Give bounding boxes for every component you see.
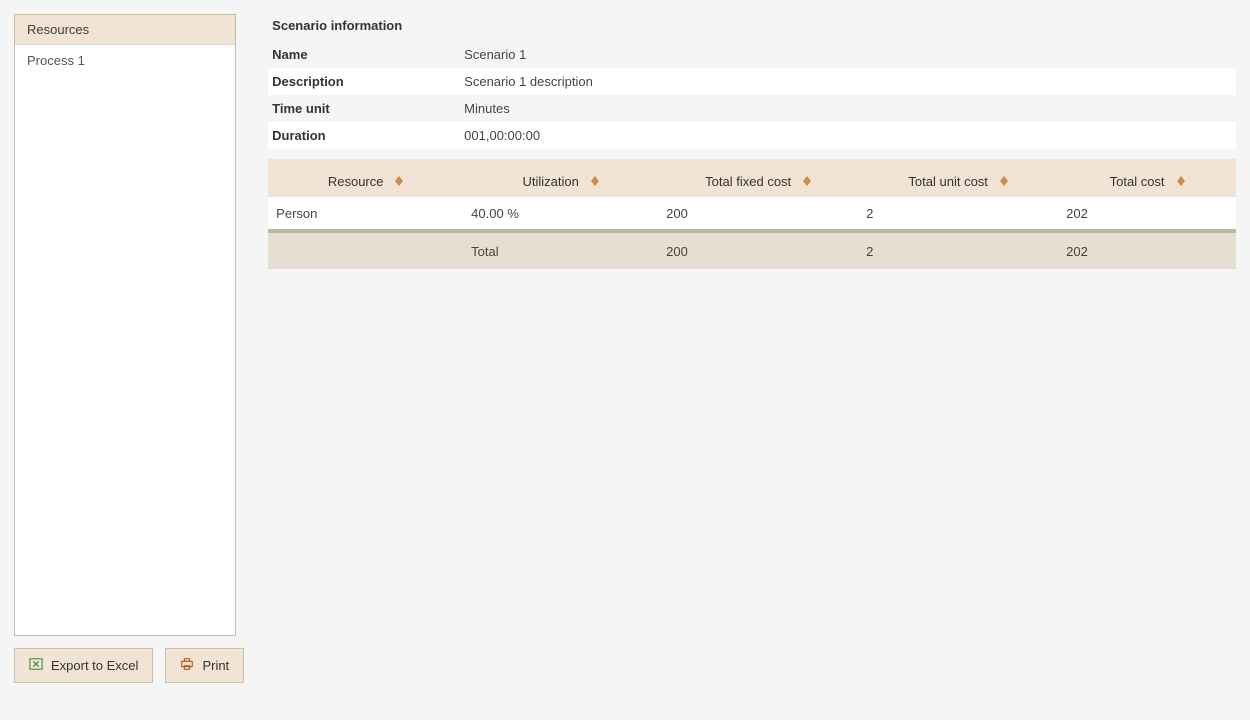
sidebar-item-process[interactable]: Process 1	[15, 45, 235, 76]
sort-icon	[591, 176, 599, 186]
info-value-timeunit: Minutes	[464, 101, 510, 116]
cell-utilization: 40.00 %	[463, 197, 658, 229]
export-label: Export to Excel	[51, 658, 138, 673]
col-header-fixed-cost[interactable]: Total fixed cost	[658, 165, 858, 197]
sidebar: Resources Process 1	[14, 14, 236, 636]
col-header-utilization[interactable]: Utilization	[463, 165, 658, 197]
table-footer-row: Total 200 2 202	[268, 233, 1236, 269]
sort-icon	[395, 176, 403, 186]
col-header-total-cost[interactable]: Total cost	[1058, 165, 1236, 197]
cell-fixed-cost: 200	[658, 197, 858, 229]
info-value-duration: 001,00:00:00	[464, 128, 540, 143]
col-header-utilization-label: Utilization	[522, 174, 578, 189]
print-icon	[180, 657, 194, 674]
footer-resource	[268, 233, 463, 269]
col-header-unit-cost-label: Total unit cost	[908, 174, 988, 189]
footer-buttons: Export to Excel Print	[14, 648, 244, 683]
footer-total-cost: 202	[1058, 233, 1236, 269]
footer-unit-cost: 2	[858, 233, 1058, 269]
excel-icon	[29, 657, 43, 674]
print-label: Print	[202, 658, 229, 673]
results-table: Resource Utilization Total fixed cost	[268, 165, 1236, 269]
sort-icon	[1000, 176, 1008, 186]
cell-resource: Person	[268, 197, 463, 229]
sidebar-header: Resources	[15, 15, 235, 45]
footer-fixed-cost: 200	[658, 233, 858, 269]
section-title: Scenario information	[268, 14, 1236, 41]
info-label-duration: Duration	[272, 128, 464, 143]
footer-total-label: Total	[463, 233, 658, 269]
cell-total-cost: 202	[1058, 197, 1236, 229]
info-value-description: Scenario 1 description	[464, 74, 593, 89]
col-header-resource[interactable]: Resource	[268, 165, 463, 197]
col-header-unit-cost[interactable]: Total unit cost	[858, 165, 1058, 197]
info-label-timeunit: Time unit	[272, 101, 464, 116]
print-button[interactable]: Print	[165, 648, 244, 683]
col-header-resource-label: Resource	[328, 174, 384, 189]
sort-icon	[1177, 176, 1185, 186]
sort-icon	[803, 176, 811, 186]
col-header-total-cost-label: Total cost	[1110, 174, 1165, 189]
cell-unit-cost: 2	[858, 197, 1058, 229]
export-to-excel-button[interactable]: Export to Excel	[14, 648, 153, 683]
info-label-name: Name	[272, 47, 464, 62]
info-value-name: Scenario 1	[464, 47, 526, 62]
table-header-row: Resource Utilization Total fixed cost	[268, 165, 1236, 197]
info-table: Name Scenario 1 Description Scenario 1 d…	[268, 41, 1236, 149]
main-panel: Scenario information Name Scenario 1 Des…	[268, 14, 1236, 269]
col-header-fixed-cost-label: Total fixed cost	[705, 174, 791, 189]
info-label-description: Description	[272, 74, 464, 89]
table-row: Person 40.00 % 200 2 202	[268, 197, 1236, 233]
